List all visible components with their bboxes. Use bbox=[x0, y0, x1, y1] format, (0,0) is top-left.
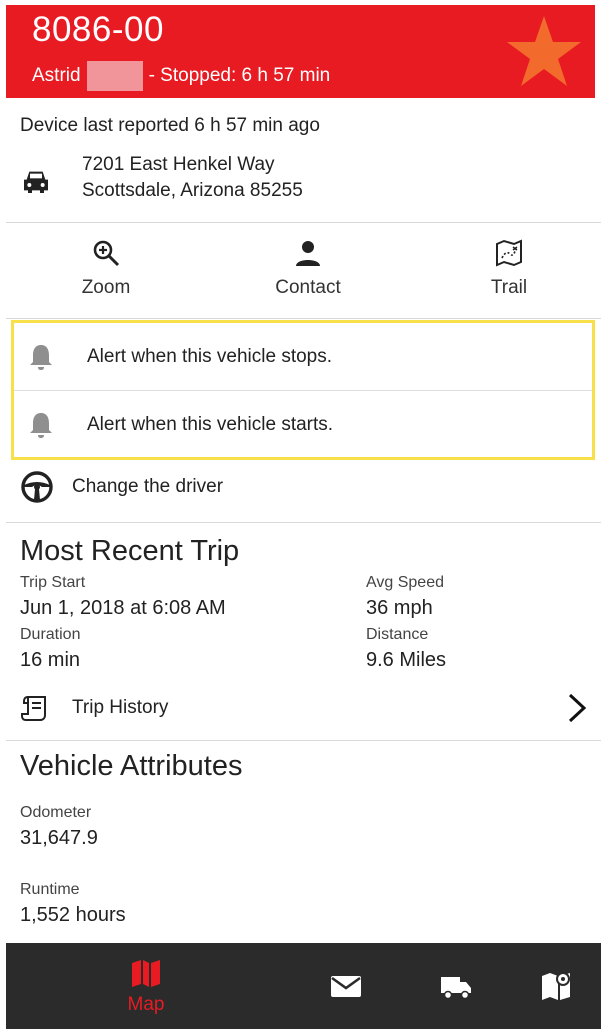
bottom-navigation: Map bbox=[6, 943, 601, 1029]
avg-speed-value: 36 mph bbox=[366, 597, 433, 619]
truck-icon bbox=[441, 977, 471, 1000]
vehicle-status: - Stopped: 6 h 57 min bbox=[148, 65, 331, 86]
trip-section-title: Most Recent Trip bbox=[20, 535, 240, 567]
vehicle-id: 8086-00 bbox=[32, 10, 164, 49]
divider bbox=[6, 318, 601, 319]
contact-label: Contact bbox=[275, 277, 341, 298]
trail-button[interactable]: Trail bbox=[449, 238, 569, 300]
change-driver-button[interactable]: Change the driver bbox=[20, 470, 223, 504]
last-reported-text: Device last reported 6 h 57 min ago bbox=[20, 115, 320, 136]
redacted-surname bbox=[86, 61, 143, 91]
vehicle-status-line: Astrid - Stopped: 6 h 57 min bbox=[32, 61, 330, 91]
trip-history-label: Trip History bbox=[72, 697, 169, 718]
distance-value: 9.6 Miles bbox=[366, 649, 447, 671]
nav-places[interactable] bbox=[516, 943, 596, 1029]
car-icon bbox=[24, 171, 48, 193]
zoom-button[interactable]: Zoom bbox=[46, 238, 166, 300]
nav-vehicles[interactable] bbox=[416, 943, 496, 1029]
action-bar: Zoom Contact Trail bbox=[6, 228, 595, 318]
duration-label: Duration bbox=[20, 626, 81, 643]
steering-wheel-icon bbox=[21, 471, 53, 503]
trail-map-icon bbox=[496, 239, 522, 267]
runtime-label: Runtime bbox=[20, 881, 80, 898]
bell-icon bbox=[30, 344, 52, 370]
map-icon bbox=[132, 960, 160, 987]
trip-history-button[interactable]: Trip History bbox=[20, 690, 590, 726]
zoom-in-icon bbox=[93, 240, 120, 267]
bell-icon bbox=[30, 412, 52, 438]
nav-messages[interactable] bbox=[306, 943, 386, 1029]
zoom-label: Zoom bbox=[81, 277, 131, 298]
divider bbox=[6, 522, 601, 523]
alert-starts-label: Alert when this vehicle starts. bbox=[87, 413, 334, 435]
attributes-section-title: Vehicle Attributes bbox=[20, 750, 243, 782]
trip-start-value: Jun 1, 2018 at 6:08 AM bbox=[20, 597, 226, 619]
driver-name: Astrid bbox=[32, 65, 81, 86]
nav-map[interactable]: Map bbox=[106, 943, 186, 1029]
chevron-right-icon bbox=[568, 693, 587, 723]
trip-start-label: Trip Start bbox=[20, 574, 86, 591]
map-pin-icon bbox=[542, 972, 570, 1000]
contact-button[interactable]: Contact bbox=[248, 238, 368, 300]
odometer-value: 31,647.9 bbox=[20, 827, 98, 849]
divider bbox=[6, 222, 601, 223]
divider bbox=[6, 740, 601, 741]
alerts-highlight-box: Alert when this vehicle stops. Alert whe… bbox=[11, 320, 595, 460]
address-line-2: Scottsdale, Arizona 85255 bbox=[82, 180, 303, 201]
alert-starts-row[interactable]: Alert when this vehicle starts. bbox=[14, 391, 592, 458]
address-line-1: 7201 East Henkel Way bbox=[82, 154, 275, 175]
odometer-label: Odometer bbox=[20, 804, 92, 821]
vehicle-header: 8086-00 Astrid - Stopped: 6 h 57 min bbox=[6, 5, 595, 98]
star-favorite-icon[interactable] bbox=[504, 12, 584, 92]
vehicle-address: 7201 East Henkel Way Scottsdale, Arizona… bbox=[20, 152, 303, 204]
nav-map-label: Map bbox=[127, 994, 165, 1015]
runtime-value: 1,552 hours bbox=[20, 904, 126, 926]
distance-label: Distance bbox=[366, 626, 429, 643]
scroll-icon bbox=[21, 696, 46, 721]
avg-speed-label: Avg Speed bbox=[366, 574, 444, 591]
mail-icon bbox=[331, 976, 361, 997]
alert-stops-label: Alert when this vehicle stops. bbox=[87, 345, 333, 367]
change-driver-label: Change the driver bbox=[72, 476, 224, 497]
duration-value: 16 min bbox=[20, 649, 81, 671]
alert-stops-row[interactable]: Alert when this vehicle stops. bbox=[14, 323, 592, 390]
trail-label: Trail bbox=[490, 277, 528, 298]
person-icon bbox=[296, 241, 320, 266]
